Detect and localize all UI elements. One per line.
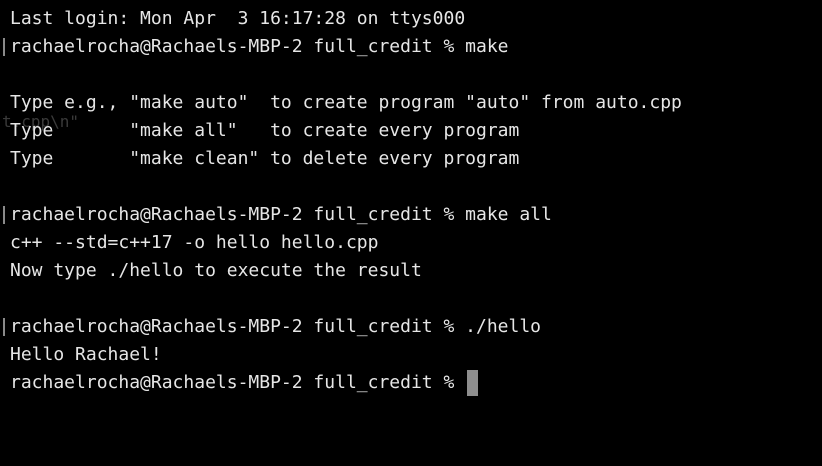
text-cursor[interactable] bbox=[467, 370, 479, 396]
output-line: Now type ./hello to execute the result bbox=[10, 260, 422, 281]
prompt-marker bbox=[3, 206, 5, 224]
command-line-make: rachaelrocha@Rachaels-MBP-2 full_credit … bbox=[10, 36, 509, 57]
output-line: Type e.g., "make auto" to create program… bbox=[10, 92, 682, 113]
terminal-window[interactable]: t.cpp\n" Last login: Mon Apr 3 16:17:28 … bbox=[0, 0, 822, 466]
prompt-marker bbox=[3, 38, 5, 56]
command-line-make-all: rachaelrocha@Rachaels-MBP-2 full_credit … bbox=[10, 204, 552, 225]
command-line-run-hello: rachaelrocha@Rachaels-MBP-2 full_credit … bbox=[10, 316, 542, 337]
output-line: Type "make clean" to delete every progra… bbox=[10, 148, 520, 169]
output-line: c++ --std=c++17 -o hello hello.cpp bbox=[10, 232, 379, 253]
prompt-marker bbox=[3, 318, 5, 336]
last-login-line: Last login: Mon Apr 3 16:17:28 on ttys00… bbox=[10, 8, 466, 29]
output-line: Type "make all" to create every program bbox=[10, 120, 520, 141]
prompt-text: rachaelrocha@Rachaels-MBP-2 full_credit … bbox=[10, 372, 466, 393]
active-prompt-line[interactable]: rachaelrocha@Rachaels-MBP-2 full_credit … bbox=[10, 369, 479, 397]
output-line: Hello Rachael! bbox=[10, 344, 162, 365]
